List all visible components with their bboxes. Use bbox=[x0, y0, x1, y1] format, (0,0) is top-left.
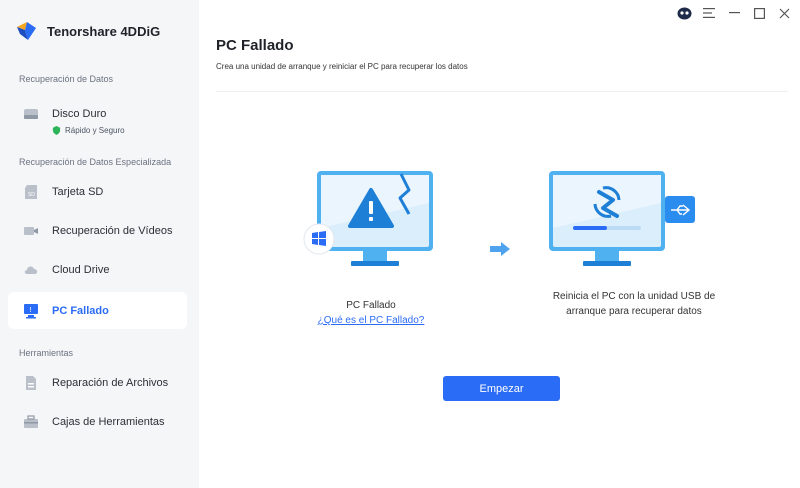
divider bbox=[216, 91, 788, 92]
sidebar-item-crashed-pc[interactable]: ! PC Fallado bbox=[8, 292, 187, 329]
file-repair-icon bbox=[22, 374, 40, 392]
step-usb-boot: Reinicia el PC con la unidad USB de arra… bbox=[524, 289, 744, 319]
sidebar-item-label: Cloud Drive bbox=[52, 263, 110, 276]
window-controls bbox=[676, 5, 792, 21]
minimize-icon[interactable] bbox=[726, 5, 742, 21]
arrow-right-icon bbox=[490, 242, 510, 256]
page-subtitle: Crea una unidad de arranque y reiniciar … bbox=[216, 62, 468, 71]
sidebar-item-label: Reparación de Archivos bbox=[52, 376, 169, 389]
sidebar-item-toolbox[interactable]: Cajas de Herramientas bbox=[8, 403, 187, 440]
video-icon bbox=[22, 222, 40, 240]
cloud-icon bbox=[22, 261, 40, 279]
hard-drive-icon bbox=[22, 105, 40, 123]
sidebar-item-label: Tarjeta SD bbox=[52, 185, 104, 198]
sidebar-item-cloud-drive[interactable]: Cloud Drive bbox=[8, 251, 187, 288]
step-usb-boot-line2: arranque para recuperar datos bbox=[566, 306, 702, 317]
menu-icon[interactable] bbox=[701, 5, 717, 21]
section-label-data-recovery: Recuperación de Datos bbox=[19, 74, 114, 84]
page-title: PC Fallado bbox=[216, 37, 294, 54]
toolbox-icon bbox=[22, 413, 40, 431]
start-button[interactable]: Empezar bbox=[443, 376, 560, 401]
app-logo: Tenorshare 4DDiG bbox=[14, 18, 160, 44]
sidebar-item-label: Disco Duro bbox=[52, 108, 107, 120]
sidebar-item-hard-drive[interactable]: Disco Duro Rápido y Seguro bbox=[8, 96, 187, 140]
safe-fast-label: Rápido y Seguro bbox=[65, 126, 125, 135]
app-logo-icon bbox=[17, 22, 36, 40]
step-crashed-pc: PC Fallado ¿Qué es el PC Fallado? bbox=[311, 298, 431, 328]
section-label-tools: Herramientas bbox=[19, 348, 74, 358]
sidebar-item-video-recovery[interactable]: Recuperación de Vídeos bbox=[8, 212, 187, 249]
crashed-pc-icon: ! bbox=[22, 302, 40, 320]
sidebar-item-label: Recuperación de Vídeos bbox=[52, 224, 173, 237]
section-label-specialized: Recuperación de Datos Especializada bbox=[19, 157, 172, 167]
main-panel: PC Fallado Crea una unidad de arranque y… bbox=[199, 0, 800, 488]
close-icon[interactable] bbox=[776, 5, 792, 21]
shield-icon bbox=[52, 126, 61, 135]
sidebar: Tenorshare 4DDiG Recuperación de Datos D… bbox=[0, 0, 199, 488]
usb-boot-illustration bbox=[549, 171, 695, 266]
svg-text:!: ! bbox=[29, 306, 32, 314]
app-name: Tenorshare 4DDiG bbox=[47, 23, 161, 39]
sidebar-item-sd-card[interactable]: SD Tarjeta SD bbox=[8, 173, 187, 210]
step-crashed-pc-label: PC Fallado bbox=[346, 300, 396, 311]
svg-text:SD: SD bbox=[28, 192, 35, 198]
sidebar-item-label: Cajas de Herramientas bbox=[52, 415, 165, 428]
what-is-crashed-pc-link[interactable]: ¿Qué es el PC Fallado? bbox=[318, 315, 425, 326]
step-usb-boot-line1: Reinicia el PC con la unidad USB de bbox=[552, 291, 716, 302]
crashed-pc-illustration bbox=[303, 171, 433, 266]
assistant-icon[interactable] bbox=[676, 5, 692, 21]
sidebar-item-file-repair[interactable]: Reparación de Archivos bbox=[8, 364, 187, 401]
sidebar-item-label: PC Fallado bbox=[52, 304, 109, 317]
maximize-icon[interactable] bbox=[751, 5, 767, 21]
sd-card-icon: SD bbox=[22, 183, 40, 201]
safe-fast-badge: Rápido y Seguro bbox=[52, 126, 125, 135]
